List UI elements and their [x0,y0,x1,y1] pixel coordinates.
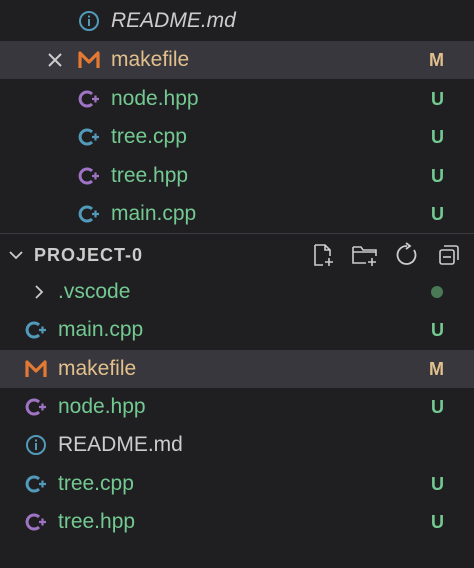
open-editor-item-tree-cpp[interactable]: tree.cpp U [0,118,474,156]
open-editor-item-main-cpp[interactable]: main.cpp U [0,195,474,233]
makefile-icon [78,49,100,71]
project-title: PROJECT-0 [34,244,144,265]
tree-item-tree-hpp[interactable]: tree.hpp U [0,503,474,541]
cpp-source-icon [78,203,100,225]
refresh-icon[interactable] [393,241,421,269]
tree-item-label: makefile [58,357,137,380]
open-editor-label: node.hpp [111,87,199,110]
git-status-badge: U [431,474,444,494]
git-status-badge: U [431,89,444,109]
tree-item-node-hpp[interactable]: node.hpp U [0,388,474,426]
cpp-header-icon [25,511,47,533]
chevron-right-icon[interactable] [28,281,50,303]
open-editor-label: main.cpp [111,202,197,225]
open-editor-label: README.md [111,9,236,32]
open-editor-item-node-hpp[interactable]: node.hpp U [0,80,474,118]
cpp-header-icon [25,396,47,418]
cpp-source-icon [78,126,100,148]
collapse-all-icon[interactable] [435,241,463,269]
tree-item-readme[interactable]: README.md [0,426,474,464]
git-status-badge: U [431,512,444,532]
new-folder-icon[interactable] [351,241,379,269]
tree-item-label: node.hpp [58,395,146,418]
tree-item-main-cpp[interactable]: main.cpp U [0,311,474,349]
cpp-header-icon [78,165,100,187]
cpp-source-icon [25,319,47,341]
open-editor-label: tree.cpp [111,125,187,148]
chevron-down-icon[interactable] [5,244,27,266]
close-icon[interactable] [44,49,66,71]
open-editor-label: makefile [111,48,190,71]
tree-item-tree-cpp[interactable]: tree.cpp U [0,465,474,503]
tree-item-makefile[interactable]: makefile M [0,350,474,388]
new-file-icon[interactable] [309,241,337,269]
tree-item-label: .vscode [58,280,131,303]
info-icon [25,434,47,456]
open-editor-item-readme[interactable]: README.md [0,2,474,40]
git-status-badge: U [431,320,444,340]
info-icon [78,10,100,32]
makefile-icon [25,358,47,380]
git-status-badge: M [429,50,444,70]
open-editor-label: tree.hpp [111,164,189,187]
tree-item-label: tree.cpp [58,472,134,495]
git-status-badge: U [431,127,444,147]
tree-item-label: README.md [58,433,183,456]
tree-item-label: main.cpp [58,318,144,341]
open-editor-item-makefile[interactable]: makefile M [0,41,474,79]
untracked-dot [431,286,443,298]
cpp-header-icon [78,88,100,110]
git-status-badge: U [431,204,444,224]
tree-folder-vscode[interactable]: .vscode [0,273,474,311]
explorer-panel: README.md makefile M node.hpp U tree.cpp… [0,0,474,568]
git-status-badge: U [431,397,444,417]
cpp-source-icon [25,473,47,495]
git-status-badge: M [429,359,444,379]
section-divider [0,233,474,234]
open-editor-item-tree-hpp[interactable]: tree.hpp U [0,157,474,195]
tree-item-label: tree.hpp [58,510,136,533]
git-status-badge: U [431,166,444,186]
